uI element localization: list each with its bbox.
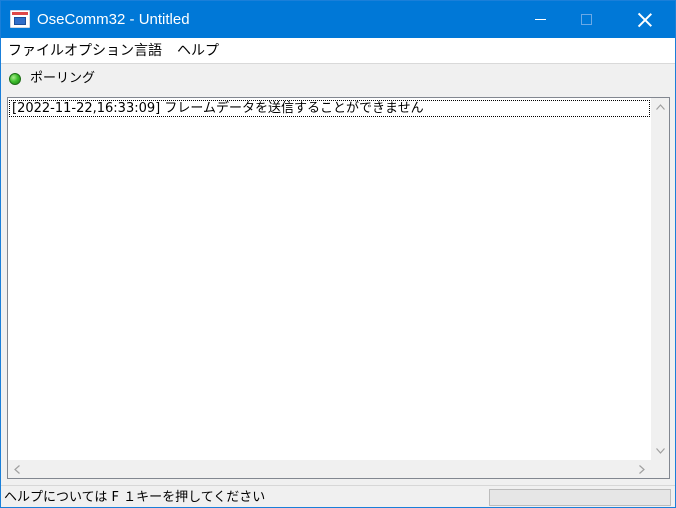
minimize-icon <box>534 19 546 20</box>
menu-help[interactable]: ヘルプ <box>177 41 219 61</box>
status-pane <box>489 489 671 506</box>
status-help-text: ヘルプについては F １キーを押してください <box>4 490 266 505</box>
horizontal-scrollbar[interactable] <box>8 460 651 478</box>
log-list[interactable]: [2022-11-22,16:33:09] フレームデータを送信することができま… <box>9 99 652 460</box>
status-led-icon <box>9 73 21 85</box>
title-bar[interactable]: OseComm32 - Untitled <box>1 1 675 38</box>
menu-language[interactable]: 言語 <box>134 41 162 61</box>
scroll-down-icon[interactable] <box>651 442 669 460</box>
scroll-left-icon[interactable] <box>8 460 26 478</box>
log-entry[interactable]: [2022-11-22,16:33:09] フレームデータを送信することができま… <box>9 100 650 117</box>
menu-bar: ファイル オプション 言語 ヘルプ <box>1 38 675 64</box>
close-icon <box>638 13 652 27</box>
maximize-icon <box>580 14 592 25</box>
close-button[interactable] <box>615 1 675 38</box>
window-title: OseComm32 - Untitled <box>37 11 190 28</box>
scrollbar-corner <box>651 460 669 478</box>
status-bar: ヘルプについては F １キーを押してください <box>1 485 675 507</box>
maximize-button[interactable] <box>563 1 609 38</box>
scroll-right-icon[interactable] <box>633 460 651 478</box>
menu-file[interactable]: ファイル <box>8 41 64 61</box>
scroll-up-icon[interactable] <box>651 98 669 116</box>
polling-status-row: ポーリング <box>1 65 675 93</box>
vertical-scrollbar[interactable] <box>651 98 669 460</box>
minimize-button[interactable] <box>517 1 563 38</box>
polling-label: ポーリング <box>30 71 96 86</box>
app-window: OseComm32 - Untitled ファイル オプション 言語 ヘルプ ポ… <box>0 0 676 508</box>
log-panel[interactable]: [2022-11-22,16:33:09] フレームデータを送信することができま… <box>7 97 670 479</box>
menu-options[interactable]: オプション <box>64 41 134 61</box>
app-window-icon[interactable] <box>10 10 30 28</box>
